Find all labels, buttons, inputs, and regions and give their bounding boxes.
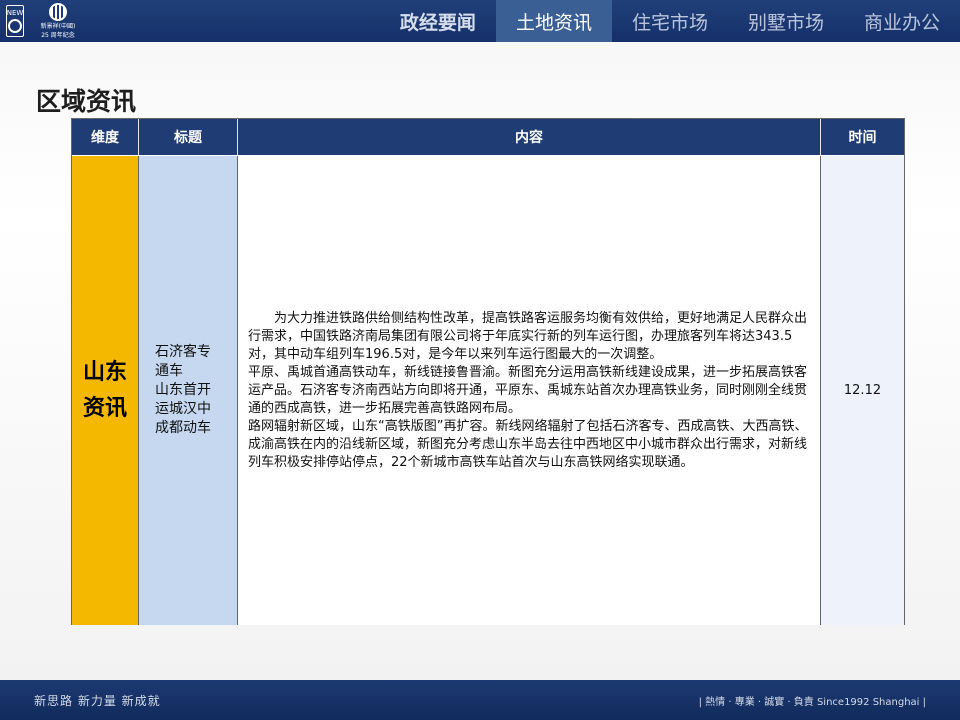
logo-mark: NEW xyxy=(6,5,24,37)
time-cell: 12.12 xyxy=(821,156,904,625)
title-cell: 石济客专 通车 山东首开 运城汉中 成都动车 xyxy=(139,156,238,625)
title-line: 运城汉中 xyxy=(155,401,211,417)
footer-slogan: 新思路 新力量 新成就 xyxy=(34,693,161,708)
globe-icon xyxy=(49,3,67,21)
info-table: 维度 标题 内容 时间 山东 资讯 石济客专 通车 山东首开 运城汉中 成都动车… xyxy=(71,118,905,625)
title-line: 山东首开 xyxy=(155,382,211,398)
footer-motto: | 熱情 · 專業 · 誠實 · 負責 Since1992 Shanghai | xyxy=(698,696,926,708)
title-line: 成都动车 xyxy=(155,420,211,436)
nav-item-residential-market[interactable]: 住宅市场 xyxy=(612,0,728,42)
content-cell: 为大力推进铁路供给侧结构性改革，提高铁路客运服务均衡有效供给，更好地满足人民群众… xyxy=(238,156,821,625)
content-paragraph: 路网辐射新区域，山东“高铁版图”再扩容。新线网络辐射了包括石济客专、西成高铁、大… xyxy=(248,418,808,470)
table-header-row: 维度 标题 内容 时间 xyxy=(72,119,904,155)
nav-item-villa-market[interactable]: 别墅市场 xyxy=(728,0,844,42)
dimension-line-2: 资讯 xyxy=(82,395,127,421)
logo-subtext: 新景祥(中國) xyxy=(40,23,76,30)
content-paragraph: 为大力推进铁路供给侧结构性改革，提高铁路客运服务均衡有效供给，更好地满足人民群众… xyxy=(248,310,808,362)
title-line: 石济客专 xyxy=(155,344,211,360)
company-logo: NEW 新景祥(中國) 25 周年纪念 xyxy=(0,0,94,42)
header-bar: NEW 新景祥(中國) 25 周年纪念 政经要闻 土地资讯 住宅市场 别墅市场 … xyxy=(0,0,960,42)
nav-item-politics-economy[interactable]: 政经要闻 xyxy=(380,0,496,42)
footer-bar: 新思路 新力量 新成就 | 熱情 · 專業 · 誠實 · 負責 Since199… xyxy=(0,680,960,720)
column-header-content: 内容 xyxy=(238,119,821,155)
table-row: 山东 资讯 石济客专 通车 山东首开 运城汉中 成都动车 为大力推进铁路供给侧结… xyxy=(72,155,904,625)
nav-item-commercial-office[interactable]: 商业办公 xyxy=(844,0,960,42)
nav-item-land-info[interactable]: 土地资讯 xyxy=(495,0,612,42)
logo-ring-icon xyxy=(8,19,22,33)
dimension-cell: 山东 资讯 xyxy=(72,156,139,625)
title-line: 通车 xyxy=(155,363,183,379)
top-nav: 政经要闻 土地资讯 住宅市场 别墅市场 商业办公 xyxy=(380,0,960,42)
content-paragraph: 平原、禹城首通高铁动车，新线链接鲁晋渝。新图充分运用高铁新线建设成果，进一步拓展… xyxy=(248,364,808,416)
logo-mark-text: NEW xyxy=(6,9,24,17)
column-header-dimension: 维度 xyxy=(72,119,139,155)
anniversary-badge: 新景祥(中國) 25 周年纪念 xyxy=(28,3,88,39)
anniversary-text: 25 周年纪念 xyxy=(41,32,75,39)
page-title: 区域资讯 xyxy=(36,87,137,116)
dimension-line-1: 山东 xyxy=(82,359,127,385)
column-header-title: 标题 xyxy=(139,119,238,155)
column-header-time: 时间 xyxy=(848,130,877,146)
